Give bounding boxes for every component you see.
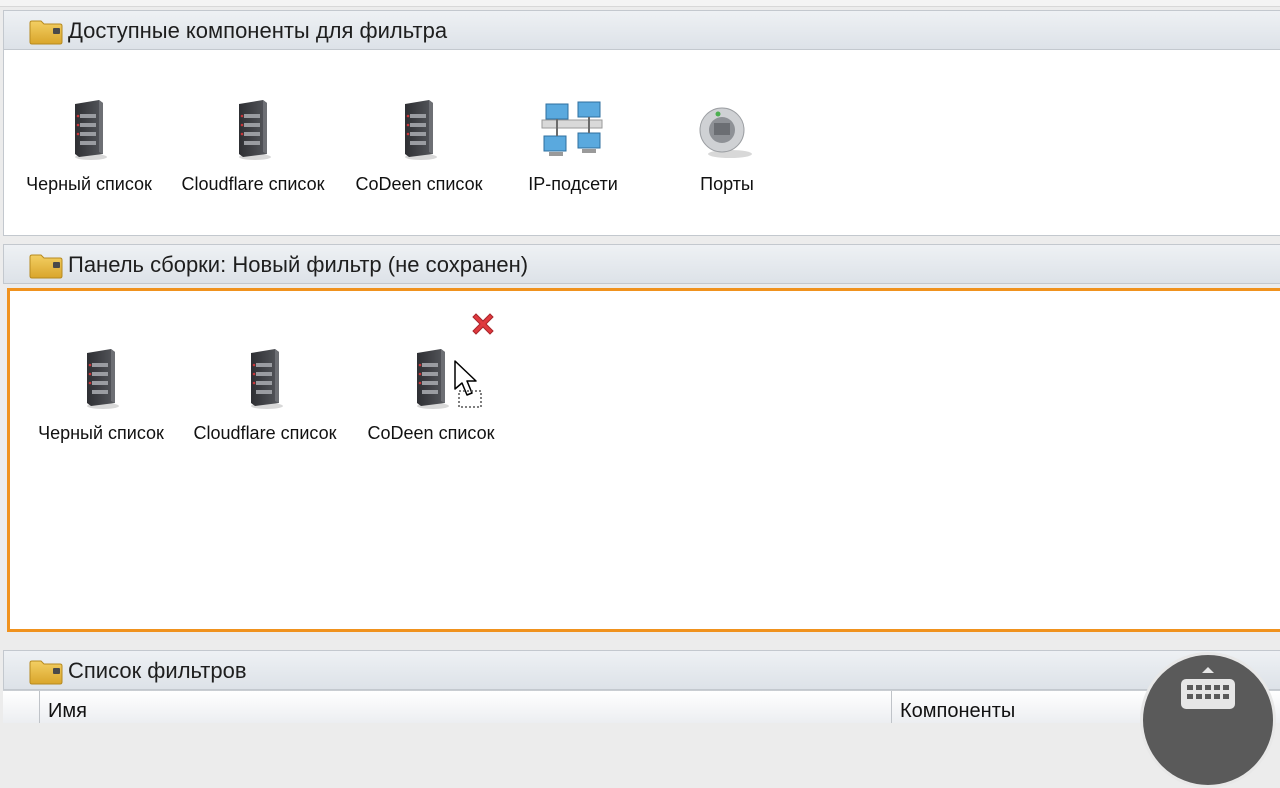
build-item-label: Cloudflare список (193, 423, 337, 443)
filters-panel-title: Список фильтров (68, 658, 247, 683)
server-list-icon (245, 349, 285, 409)
build-panel-header: Панель сборки: Новый фильтр (не сохранен… (3, 244, 1280, 284)
available-item-ports[interactable]: Порты (642, 100, 812, 195)
server-list-icon (233, 100, 273, 160)
available-item-codeen[interactable]: CoDeen список (334, 100, 504, 195)
keyboard-toggle-button[interactable] (1140, 652, 1276, 788)
build-item-label: CoDeen список (367, 423, 495, 443)
network-icon (541, 101, 603, 156)
server-list-icon (399, 100, 439, 160)
server-list-icon (69, 100, 109, 160)
filters-panel: Список фильтров Имя Компоненты (3, 650, 1280, 723)
available-panel-body: Черный список Cloudflare список CoDeen с… (3, 50, 1280, 236)
remove-item-icon[interactable] (468, 309, 498, 339)
available-item-label: Cloudflare список (181, 174, 325, 194)
drag-cursor-icon (454, 360, 482, 408)
build-drop-area[interactable]: Черный список Cloudflare список CoDeen с… (7, 288, 1280, 632)
build-item-blacklist[interactable]: Черный список (16, 349, 186, 444)
column-name[interactable]: Имя (39, 691, 891, 723)
port-icon (699, 107, 752, 158)
available-panel-title: Доступные компоненты для фильтра (68, 18, 448, 43)
build-item-codeen[interactable]: CoDeen список (346, 349, 516, 444)
available-item-ip-subnets[interactable]: IP-подсети (488, 100, 658, 195)
available-item-label: IP-подсети (528, 174, 618, 194)
build-panel: Панель сборки: Новый фильтр (не сохранен… (3, 244, 1280, 634)
top-border (0, 0, 1280, 7)
server-list-icon (81, 349, 121, 409)
available-item-blacklist[interactable]: Черный список (4, 100, 174, 195)
available-item-label: Черный список (26, 174, 152, 194)
keyboard-icon (1181, 667, 1235, 709)
build-item-label: Черный список (38, 423, 164, 443)
build-item-cloudflare[interactable]: Cloudflare список (180, 349, 350, 444)
server-list-icon (411, 349, 451, 409)
folder-icon (28, 253, 64, 279)
folder-icon (28, 19, 64, 45)
row-selector-column (3, 691, 39, 723)
build-panel-title: Панель сборки: Новый фильтр (не сохранен… (68, 252, 529, 277)
available-panel-header: Доступные компоненты для фильтра (3, 10, 1280, 50)
filters-table-header: Имя Компоненты (3, 690, 1280, 723)
filters-panel-header: Список фильтров (3, 650, 1280, 690)
available-item-label: Порты (700, 174, 754, 194)
available-components-panel: Доступные компоненты для фильтра Черный … (3, 10, 1280, 238)
available-item-cloudflare[interactable]: Cloudflare список (168, 100, 338, 195)
available-item-label: CoDeen список (355, 174, 483, 194)
folder-icon (28, 659, 64, 685)
